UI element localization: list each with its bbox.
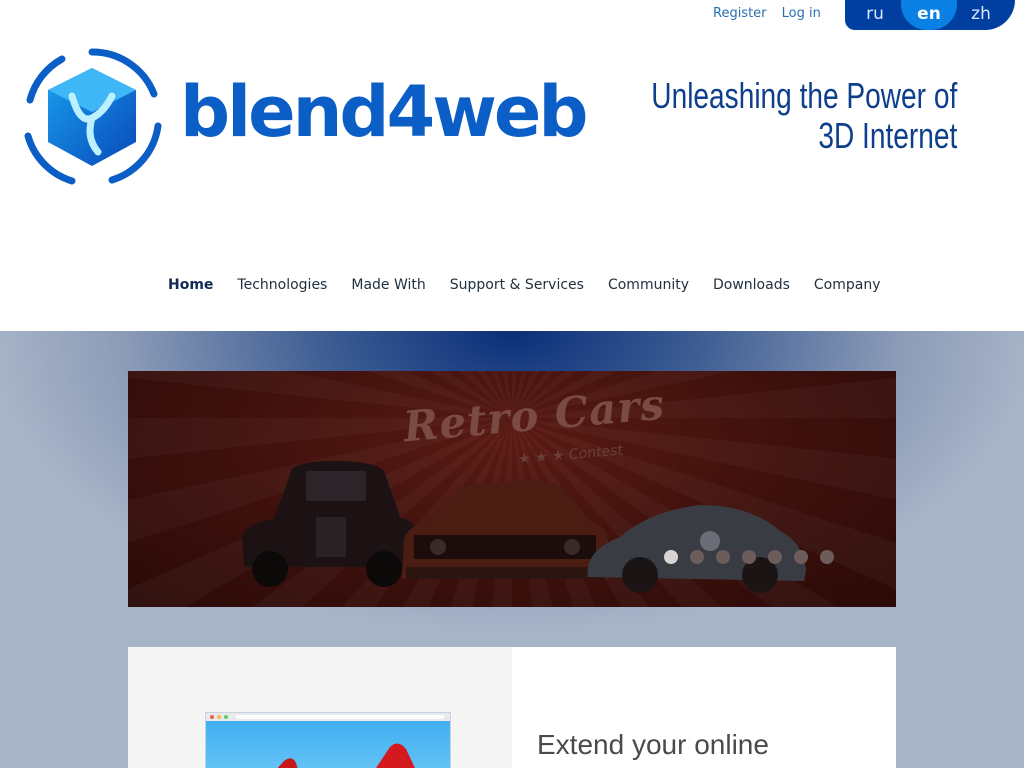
- lang-en[interactable]: en: [901, 0, 957, 30]
- nav-technologies[interactable]: Technologies: [237, 277, 327, 293]
- address-bar: [236, 715, 444, 719]
- slider-pagination: [664, 550, 846, 564]
- close-dot-icon: [210, 715, 214, 719]
- slider-dot[interactable]: [716, 550, 730, 564]
- nav-home[interactable]: Home: [168, 277, 213, 293]
- slider-dot[interactable]: [690, 550, 704, 564]
- browser-titlebar: [206, 713, 450, 721]
- image-slider[interactable]: Retro Cars ★ ★ ★ Contest: [128, 371, 896, 607]
- site-header: Register Log in ru en zh blend4web Unlea…: [0, 0, 1024, 331]
- language-switcher: ru en zh: [845, 0, 1015, 30]
- tagline: Unleashing the Power of 3D Internet: [651, 76, 957, 156]
- slider-dot[interactable]: [664, 550, 678, 564]
- register-link[interactable]: Register: [713, 6, 767, 21]
- maximize-dot-icon: [224, 715, 228, 719]
- browser-content: [206, 721, 450, 768]
- blend4web-cube-logo-icon[interactable]: [20, 46, 164, 190]
- tagline-line-1: Unleashing the Power of: [651, 75, 957, 116]
- logo-wordmark[interactable]: blend4web: [180, 62, 588, 162]
- muscle-car-image: [402, 481, 608, 579]
- slider-dot[interactable]: [768, 550, 782, 564]
- auth-links: Register Log in: [713, 6, 832, 21]
- slider-dot[interactable]: [742, 550, 756, 564]
- race-car-image: [587, 505, 806, 593]
- login-link[interactable]: Log in: [782, 6, 821, 21]
- red-3d-shape-icon: [277, 743, 415, 768]
- info-illustration-panel: [128, 647, 512, 768]
- lang-ru[interactable]: ru: [849, 0, 901, 30]
- slider-dot[interactable]: [794, 550, 808, 564]
- hero-section: Retro Cars ★ ★ ★ Contest Extend your onl…: [0, 331, 1024, 768]
- lang-zh[interactable]: zh: [955, 0, 1007, 30]
- slider-dot[interactable]: [820, 550, 834, 564]
- main-nav: Home Technologies Made With Support & Se…: [168, 277, 905, 293]
- info-heading: Extend your online: [537, 729, 769, 760]
- tagline-line-2: 3D Internet: [818, 115, 957, 156]
- info-panel: Extend your online: [128, 647, 896, 768]
- nav-downloads[interactable]: Downloads: [713, 277, 790, 293]
- nav-community[interactable]: Community: [608, 277, 689, 293]
- browser-illustration: [205, 712, 451, 768]
- minimize-dot-icon: [217, 715, 221, 719]
- vintage-car-image: [242, 461, 420, 587]
- nav-made-with[interactable]: Made With: [351, 277, 425, 293]
- nav-company[interactable]: Company: [814, 277, 881, 293]
- nav-support-services[interactable]: Support & Services: [450, 277, 584, 293]
